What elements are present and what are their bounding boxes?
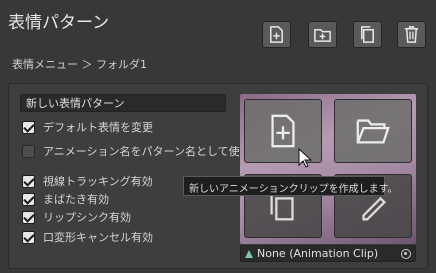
clip-value: None (Animation Clip) [257,247,379,260]
option-eye-tracking[interactable]: 視線トラッキング有効 [22,173,153,189]
option-label: デフォルト表情を変更 [43,121,153,134]
checkbox[interactable] [22,192,35,206]
option-label: 口変形キャンセル有効 [43,231,153,244]
mouse-cursor-icon [298,148,312,168]
option-mouth-cancel[interactable]: 口変形キャンセル有効 [22,229,153,245]
animation-clip-field[interactable]: None (Animation Clip) [240,245,416,262]
option-blink[interactable]: まばたき有効 [22,191,109,207]
add-folder-button[interactable] [308,21,337,48]
delete-button[interactable] [397,21,426,48]
tooltip: 新しいアニメーションクリップを作成します。 [183,176,398,196]
duplicate-button[interactable] [353,21,382,48]
window-title: 表情パターン [8,13,110,33]
add-file-icon [270,26,283,43]
option-change-default[interactable]: デフォルト表情を変更 [22,119,153,135]
open-folder-icon [356,119,390,144]
option-label: 視線トラッキング有効 [43,175,153,188]
open-folder-button[interactable] [334,99,412,163]
animation-clip-icon [245,249,253,258]
option-label: まばたき有効 [43,193,109,206]
option-lip-sync[interactable]: リップシンク有効 [22,209,131,225]
checkbox[interactable] [22,230,35,244]
checkbox[interactable] [22,144,35,158]
expression-preview [240,94,416,244]
duplicate-icon [361,26,374,43]
option-label: アニメーション名をパターン名として使用 [43,145,251,158]
add-file-button[interactable] [262,21,291,48]
breadcrumb[interactable]: 表情メニュー ＞ フォルダ1 [12,56,147,72]
add-folder-icon [314,28,331,42]
option-label: リップシンク有効 [43,211,131,224]
option-use-anim-name[interactable]: アニメーション名をパターン名として使用 [22,143,251,159]
trash-icon [404,26,419,43]
pattern-name-input[interactable]: 新しい表情パターン [20,94,226,112]
checkbox[interactable] [22,174,35,188]
new-file-icon [271,114,295,148]
object-picker-icon[interactable] [401,249,411,259]
checkbox[interactable] [22,120,35,134]
checkbox[interactable] [22,210,35,224]
